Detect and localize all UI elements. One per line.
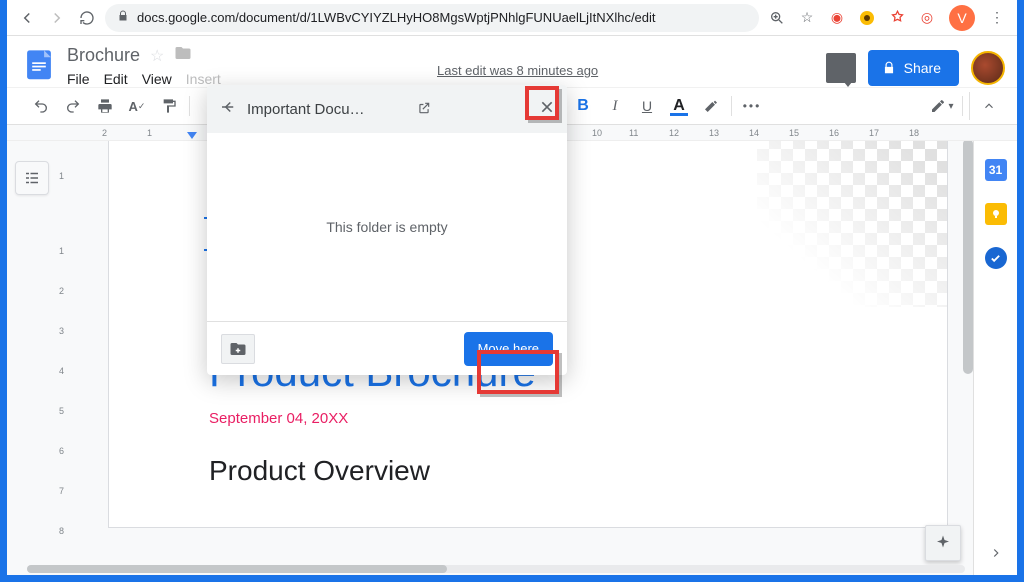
redo-button[interactable] xyxy=(59,92,87,120)
hide-sidepanel-button[interactable] xyxy=(989,544,1003,565)
browser-forward xyxy=(45,6,69,30)
underline-button[interactable]: U xyxy=(633,92,661,120)
lock-icon xyxy=(882,61,896,75)
undo-button[interactable] xyxy=(27,92,55,120)
horizontal-scrollbar-thumb[interactable] xyxy=(27,565,447,573)
horizontal-scrollbar[interactable] xyxy=(27,565,965,573)
open-in-new-icon[interactable] xyxy=(417,101,431,118)
menu-edit[interactable]: Edit xyxy=(104,71,128,87)
highlight-button[interactable] xyxy=(697,92,725,120)
comments-icon[interactable] xyxy=(826,53,856,83)
popup-empty-message: This folder is empty xyxy=(207,133,567,321)
text-color-button[interactable]: A xyxy=(665,92,693,120)
popup-folder-name: Important Docu… xyxy=(247,101,407,118)
docs-logo-icon[interactable] xyxy=(19,44,59,84)
move-to-folder-popup: Important Docu… This folder is empty Mov… xyxy=(207,85,567,375)
zoom-icon[interactable] xyxy=(765,6,789,30)
more-tools-button[interactable]: ••• xyxy=(738,92,766,120)
browser-back[interactable] xyxy=(15,6,39,30)
extension-icon-2[interactable] xyxy=(855,6,879,30)
browser-reload[interactable] xyxy=(75,6,99,30)
explore-button[interactable] xyxy=(925,525,961,561)
spellcheck-button[interactable]: A✓ xyxy=(123,92,151,120)
share-label: Share xyxy=(904,60,941,76)
menu-view[interactable]: View xyxy=(142,71,172,87)
share-button[interactable]: Share xyxy=(868,50,959,86)
collapse-toolbar-button[interactable] xyxy=(969,92,1007,120)
date-text: September 04, 20XX xyxy=(209,410,847,427)
extension-icon-4[interactable]: ◎ xyxy=(915,6,939,30)
keep-sidebar-icon[interactable] xyxy=(985,203,1007,225)
paint-format-button[interactable] xyxy=(155,92,183,120)
last-edit[interactable]: Last edit was 8 minutes ago xyxy=(437,63,598,78)
url-text: docs.google.com/document/d/1LWBvCYIYZLHy… xyxy=(137,10,656,25)
italic-button[interactable]: I xyxy=(601,92,629,120)
lock-icon xyxy=(117,10,129,25)
print-button[interactable] xyxy=(91,92,119,120)
star-icon[interactable]: ☆ xyxy=(150,46,164,66)
browser-menu-icon[interactable]: ⋮ xyxy=(985,6,1009,30)
move-folder-icon[interactable] xyxy=(174,44,192,67)
address-bar[interactable]: docs.google.com/document/d/1LWBvCYIYZLHy… xyxy=(105,4,759,32)
section-heading: Product Overview xyxy=(209,455,847,487)
document-title[interactable]: Brochure xyxy=(67,45,140,66)
extension-icon-3[interactable] xyxy=(885,6,909,30)
extension-icon-1[interactable]: ◉ xyxy=(825,6,849,30)
calendar-sidebar-icon[interactable]: 31 xyxy=(985,159,1007,181)
bookmark-star-icon[interactable]: ☆ xyxy=(795,6,819,30)
popup-close-button[interactable] xyxy=(539,99,555,120)
vertical-ruler[interactable]: 1 1 2 3 4 5 6 7 8 xyxy=(57,141,73,575)
tasks-sidebar-icon[interactable] xyxy=(985,247,1007,269)
vertical-scrollbar[interactable] xyxy=(963,141,973,374)
outline-button[interactable] xyxy=(15,161,49,195)
indent-marker-icon[interactable] xyxy=(187,132,197,139)
account-avatar[interactable] xyxy=(971,51,1005,85)
menu-file[interactable]: File xyxy=(67,71,90,87)
bold-button[interactable]: B xyxy=(569,92,597,120)
move-here-button[interactable]: Move here xyxy=(464,332,553,366)
browser-profile-avatar[interactable]: V xyxy=(949,5,975,31)
editing-mode-button[interactable]: ▾ xyxy=(928,92,956,120)
new-folder-button[interactable] xyxy=(221,334,255,364)
popup-back-button[interactable] xyxy=(219,98,237,121)
